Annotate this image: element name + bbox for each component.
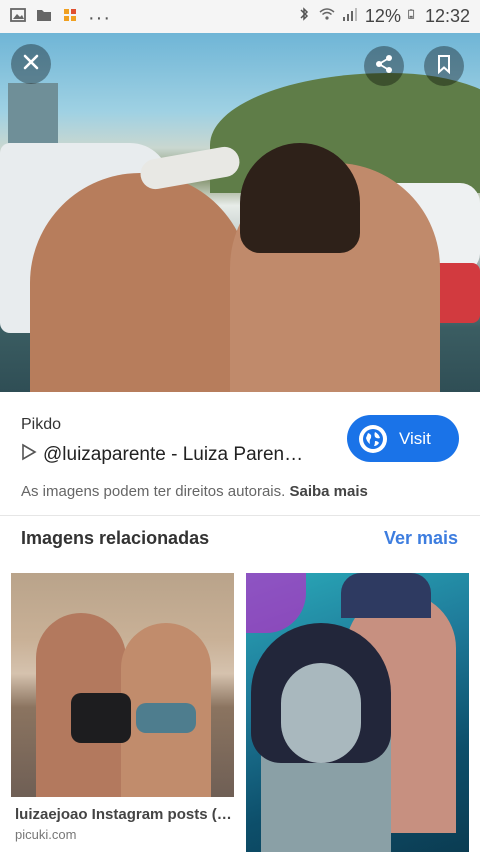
related-image-card[interactable]	[246, 573, 469, 852]
copyright-notice: As imagens podem ter direitos autorais. …	[21, 483, 368, 500]
battery-percent: 12%	[364, 6, 401, 26]
play-outline-icon	[21, 443, 37, 467]
result-title-link[interactable]: @luizaparente - Luiza Paren…	[21, 443, 321, 467]
result-title: @luizaparente - Luiza Paren…	[43, 444, 304, 465]
close-button[interactable]	[11, 44, 51, 84]
source-name: Pikdo	[21, 416, 62, 433]
see-more-link[interactable]: Ver mais	[384, 528, 458, 549]
bookmark-button[interactable]	[424, 46, 464, 86]
related-image-site: picuki.com	[15, 827, 77, 842]
visit-button[interactable]: Visit	[347, 415, 459, 462]
more-dots-icon: ···	[88, 6, 111, 29]
learn-more-link[interactable]: Saiba mais	[289, 483, 367, 500]
folder-icon	[36, 7, 52, 28]
image-icon	[10, 7, 26, 28]
divider	[0, 515, 480, 516]
related-image-caption[interactable]: luizaejoao Instagram posts (p…	[15, 806, 235, 823]
share-button[interactable]	[364, 46, 404, 86]
copyright-text: As imagens podem ter direitos autorais.	[21, 483, 286, 500]
visit-label: Visit	[399, 428, 431, 448]
wifi-icon	[319, 6, 335, 27]
related-image-thumbnail[interactable]	[11, 573, 234, 797]
globe-icon	[359, 424, 387, 453]
preview-image[interactable]	[0, 33, 480, 392]
status-bar: ··· 12% 12:32	[0, 0, 480, 33]
bluetooth-icon	[296, 6, 312, 27]
signal-icon	[342, 6, 358, 27]
share-icon	[373, 53, 395, 80]
battery-icon	[408, 6, 418, 27]
close-icon	[20, 51, 42, 78]
clock: 12:32	[424, 6, 470, 26]
app-icon	[62, 7, 78, 28]
bookmark-icon	[433, 53, 455, 80]
related-images-heading: Imagens relacionadas	[21, 528, 210, 548]
related-image-card[interactable]: luizaejoao Instagram posts (p… picuki.co…	[11, 573, 235, 852]
